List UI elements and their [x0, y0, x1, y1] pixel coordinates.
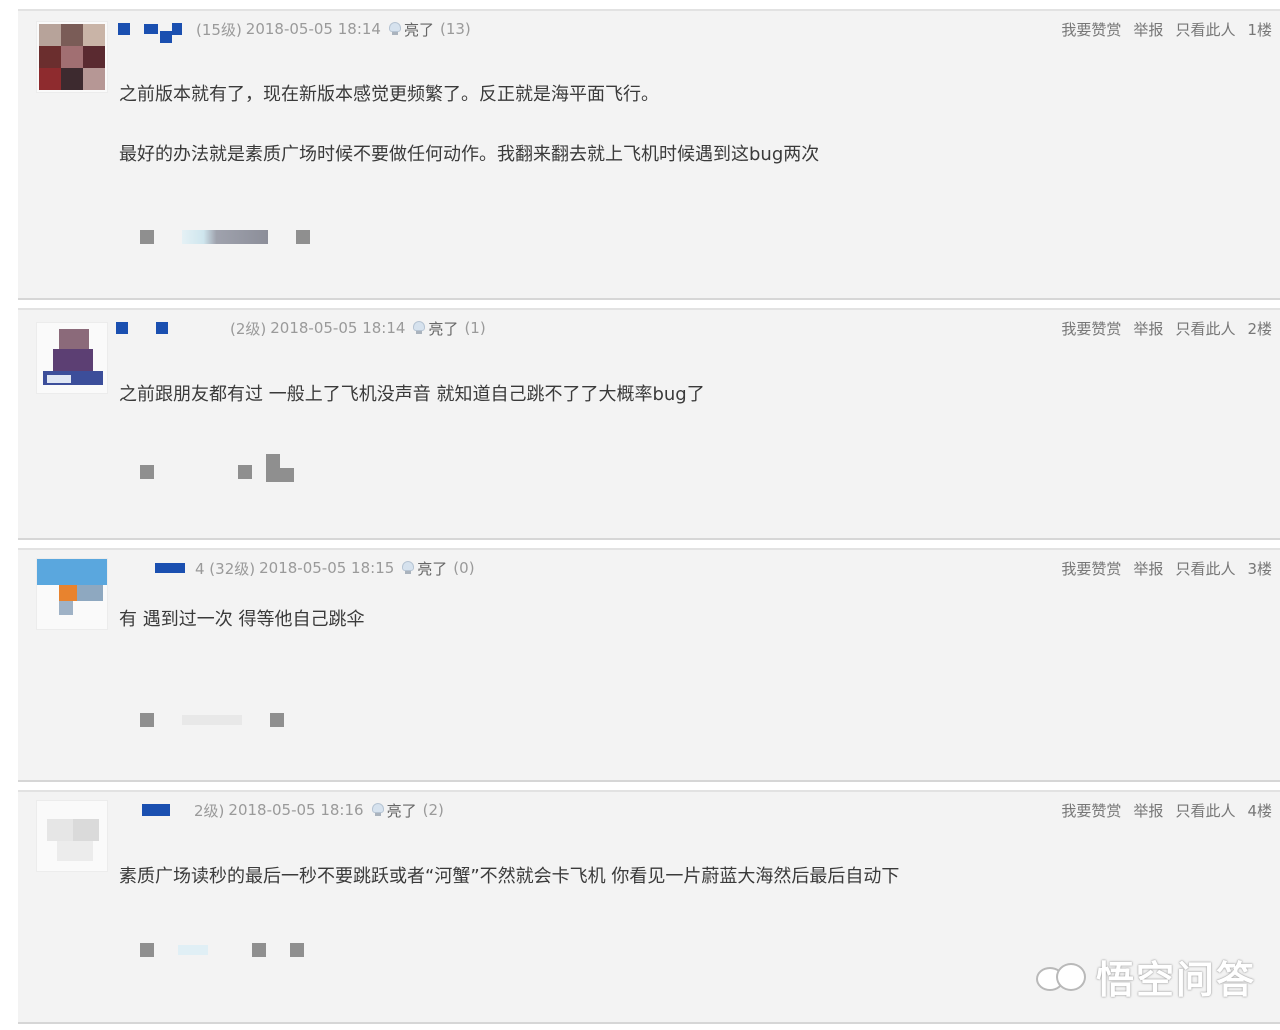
reply-icon[interactable] — [140, 943, 154, 957]
post-meta: (15级) 2018-05-05 18:14 亮了 (13) — [118, 19, 471, 43]
user-level: (15级) — [196, 20, 242, 39]
post-meta: 2级) 2018-05-05 18:16 亮了 (2) — [142, 800, 444, 820]
post-text-line-2: 最好的办法就是素质广场时候不要做任何动作。我翻来翻去就上飞机时候遇到这bug两次 — [119, 144, 820, 165]
liang-count: (13) — [439, 20, 471, 38]
liang-count: (1) — [464, 319, 486, 337]
post-timestamp: 2018-05-05 18:14 — [245, 20, 381, 38]
liang-button[interactable]: 亮了 — [387, 800, 417, 821]
user-level: 4 (32级) — [195, 559, 256, 578]
post-timestamp: 2018-05-05 18:14 — [270, 319, 406, 337]
post-floor-2: (2级) 2018-05-05 18:14 亮了 (1) 我要赞赏 举报 只看此… — [18, 308, 1280, 540]
username-redacted[interactable] — [155, 563, 185, 573]
reward-link[interactable]: 我要赞赏 — [1061, 19, 1121, 40]
avatar[interactable] — [36, 558, 108, 630]
report-link[interactable]: 举报 — [1133, 558, 1163, 579]
lightbulb-icon — [413, 321, 426, 335]
liang-button[interactable]: 亮了 — [404, 19, 434, 40]
reply-icon[interactable] — [140, 230, 154, 244]
watermark-text: 悟空问答 — [1095, 958, 1256, 1002]
lightbulb-icon — [371, 803, 384, 817]
post-text-line-1: 素质广场读秒的最后一秒不要跳跃或者“河蟹”不然就会卡飞机 你看见一片蔚蓝大海然后… — [119, 866, 900, 887]
share-icon[interactable] — [182, 230, 268, 244]
wukong-logo-icon — [1035, 959, 1088, 995]
post-toolbar — [140, 710, 284, 730]
floor-number: 2楼 — [1247, 320, 1272, 338]
post-meta: (2级) 2018-05-05 18:14 亮了 (1) — [116, 318, 486, 338]
share-icon[interactable] — [178, 945, 208, 955]
share-icon[interactable] — [182, 715, 242, 725]
report-link[interactable]: 举报 — [1133, 19, 1163, 40]
only-this-user-link[interactable]: 只看此人 — [1175, 318, 1235, 339]
floor-number: 3楼 — [1247, 560, 1272, 578]
reply-icon[interactable] — [140, 713, 154, 727]
lightbulb-icon — [388, 22, 401, 36]
reply-icon[interactable] — [140, 465, 154, 479]
post-floor-3: 4 (32级) 2018-05-05 18:15 亮了 (0) 我要赞赏 举报 … — [18, 548, 1280, 782]
post-toolbar — [140, 940, 304, 960]
post-actions: 我要赞赏 举报 只看此人 3楼 — [1061, 558, 1272, 579]
post-text-line-1: 有 遇到过一次 得等他自己跳伞 — [119, 609, 365, 630]
wukong-watermark: 悟空问答 — [1035, 949, 1256, 1004]
post-actions: 我要赞赏 举报 只看此人 2楼 — [1061, 318, 1272, 339]
only-this-user-link[interactable]: 只看此人 — [1175, 558, 1235, 579]
more-icon[interactable] — [270, 713, 284, 727]
bar-chart-icon[interactable] — [266, 454, 296, 482]
post-actions: 我要赞赏 举报 只看此人 1楼 — [1061, 19, 1272, 40]
reward-link[interactable]: 我要赞赏 — [1061, 318, 1121, 339]
post-timestamp: 2018-05-05 18:15 — [259, 559, 395, 577]
username-redacted[interactable] — [116, 322, 168, 334]
liang-button[interactable]: 亮了 — [417, 558, 447, 579]
username-redacted[interactable] — [142, 804, 170, 816]
post-floor-1: (15级) 2018-05-05 18:14 亮了 (13) 我要赞赏 举报 只… — [18, 9, 1280, 300]
post-text-line-1: 之前跟朋友都有过 一般上了飞机没声音 就知道自己跳不了了大概率bug了 — [119, 384, 705, 405]
reward-link[interactable]: 我要赞赏 — [1061, 800, 1121, 821]
post-timestamp: 2018-05-05 18:16 — [228, 801, 364, 819]
like-icon[interactable] — [252, 943, 266, 957]
post-actions: 我要赞赏 举报 只看此人 4楼 — [1061, 800, 1272, 821]
post-toolbar — [140, 454, 296, 482]
more-icon[interactable] — [296, 230, 310, 244]
more-icon[interactable] — [290, 943, 304, 957]
post-text-line-1: 之前版本就有了，现在新版本感觉更频繁了。反正就是海平面飞行。 — [119, 84, 659, 105]
lightbulb-icon — [402, 561, 415, 575]
username-redacted[interactable] — [118, 23, 182, 43]
liang-count: (2) — [422, 801, 444, 819]
liang-button[interactable]: 亮了 — [428, 318, 458, 339]
avatar[interactable] — [36, 322, 108, 394]
only-this-user-link[interactable]: 只看此人 — [1175, 19, 1235, 40]
report-link[interactable]: 举报 — [1133, 800, 1163, 821]
only-this-user-link[interactable]: 只看此人 — [1175, 800, 1235, 821]
share-icon[interactable] — [238, 465, 252, 479]
avatar[interactable] — [36, 800, 108, 872]
report-link[interactable]: 举报 — [1133, 318, 1163, 339]
liang-count: (0) — [453, 559, 475, 577]
post-meta: 4 (32级) 2018-05-05 18:15 亮了 (0) — [155, 558, 475, 578]
floor-number: 1楼 — [1247, 21, 1272, 39]
floor-number: 4楼 — [1247, 802, 1272, 820]
user-level: 2级) — [194, 801, 225, 820]
avatar[interactable] — [36, 21, 108, 93]
post-toolbar — [140, 227, 310, 247]
reward-link[interactable]: 我要赞赏 — [1061, 558, 1121, 579]
user-level: (2级) — [230, 319, 267, 338]
